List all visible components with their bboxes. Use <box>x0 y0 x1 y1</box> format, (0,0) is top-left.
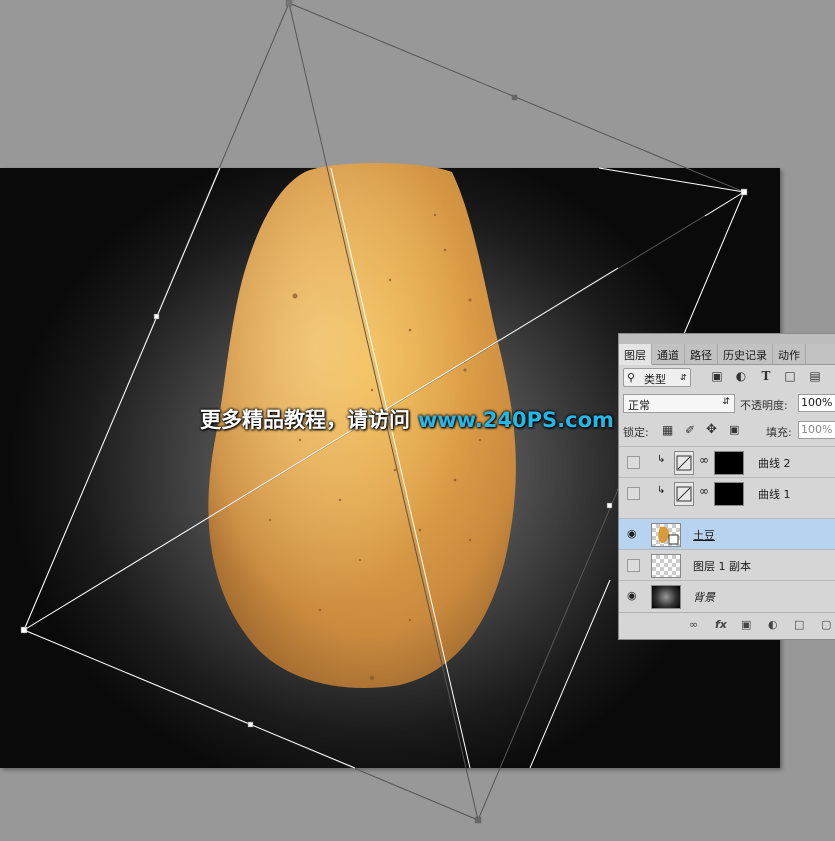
smart-object-filter-icon[interactable]: ▤ <box>809 370 821 382</box>
blend-row: 正常 ⇵ 不透明度: 100% <box>619 392 835 414</box>
fill-input[interactable]: 100% <box>798 421 835 439</box>
transform-handle <box>474 816 482 824</box>
clip-arrow-icon: ↳ <box>657 454 666 465</box>
visibility-toggle[interactable] <box>627 456 640 469</box>
fx-icon[interactable]: fx <box>715 618 727 631</box>
lock-label: 锁定: <box>623 426 649 439</box>
lock-row: 锁定: ▦ ✐ ✥ ▣ 填充: 100% <box>619 419 835 441</box>
eye-icon[interactable]: ◉ <box>627 590 639 602</box>
transform-handle <box>606 502 613 509</box>
transform-handle <box>20 626 28 634</box>
layer-row-curves-2[interactable]: ↳ ∞ 曲线 2 <box>619 446 835 477</box>
tab-layers[interactable]: 图层 <box>619 344 652 365</box>
type-filter-icon[interactable]: T <box>760 370 772 382</box>
opacity-input[interactable]: 100% <box>798 394 835 412</box>
watermark-text: 更多精品教程，请访问 <box>200 408 410 432</box>
visibility-toggle[interactable] <box>627 487 640 500</box>
transform-handle <box>153 313 160 320</box>
clip-arrow-icon: ↳ <box>657 485 666 496</box>
lock-position-icon[interactable]: ✥ <box>706 422 717 437</box>
transform-handle <box>740 188 748 196</box>
panel-bottom-bar: ∞ fx ▣ ◐ □ ▢ <box>619 612 835 639</box>
transform-handle <box>247 721 254 728</box>
image-filter-icon[interactable]: ▣ <box>711 370 723 382</box>
shape-filter-icon[interactable]: □ <box>784 370 796 382</box>
smart-object-thumbnail[interactable] <box>651 523 681 547</box>
opacity-label: 不透明度: <box>740 399 788 412</box>
layer-name: 曲线 2 <box>758 457 791 470</box>
panel-tabs: 图层 通道 路径 历史记录 动作 <box>619 344 835 365</box>
tab-history[interactable]: 历史记录 <box>718 344 773 364</box>
chevron-updown-icon: ⇵ <box>722 397 730 407</box>
link-chain-icon[interactable]: ∞ <box>699 484 709 498</box>
chevron-updown-icon: ⇵ <box>680 373 687 382</box>
tab-paths[interactable]: 路径 <box>685 344 718 364</box>
watermark: 更多精品教程，请访问 www.240PS.com <box>200 404 614 434</box>
watermark-url: www.240PS.com <box>418 408 614 432</box>
layers-panel: 图层 通道 路径 历史记录 动作 ⚲ 类型 ⇵ ▣ ◐ T □ ▤ 正常 ⇵ 不… <box>618 333 835 640</box>
eye-icon[interactable]: ◉ <box>627 528 639 540</box>
tab-actions[interactable]: 动作 <box>773 344 806 364</box>
add-mask-icon[interactable]: ▣ <box>741 618 751 631</box>
fill-label: 填充: <box>766 426 792 439</box>
transform-handle <box>285 0 293 7</box>
layer-row-potato[interactable]: ◉ 土豆 <box>619 518 835 549</box>
transform-handle <box>511 94 518 101</box>
search-icon: ⚲ <box>627 371 636 384</box>
curves-icon <box>674 482 694 506</box>
lock-all-icon[interactable]: ▣ <box>729 423 739 436</box>
layer-row-layer1-copy[interactable]: 图层 1 副本 <box>619 549 835 580</box>
blend-mode-value: 正常 <box>628 399 650 412</box>
lock-pixels-icon[interactable]: ✐ <box>685 423 695 437</box>
adjustment-filter-icon[interactable]: ◐ <box>735 370 747 382</box>
layer-thumbnail[interactable] <box>651 554 681 578</box>
layer-name: 图层 1 副本 <box>693 560 751 573</box>
link-layers-icon[interactable]: ∞ <box>689 618 698 631</box>
visibility-toggle[interactable] <box>627 559 640 572</box>
adjustment-layer-icon[interactable]: ◐ <box>768 618 778 631</box>
link-chain-icon[interactable]: ∞ <box>699 453 709 467</box>
tab-channels[interactable]: 通道 <box>652 344 685 364</box>
lock-transparent-icon[interactable]: ▦ <box>662 423 673 437</box>
blend-mode-select[interactable]: 正常 ⇵ <box>623 394 735 413</box>
layer-mask-thumbnail[interactable] <box>714 482 744 506</box>
layer-filter-select[interactable]: ⚲ 类型 ⇵ <box>623 368 691 387</box>
new-layer-icon[interactable]: ▢ <box>821 618 831 631</box>
filter-row: ⚲ 类型 ⇵ ▣ ◐ T □ ▤ <box>619 365 835 390</box>
layer-thumbnail[interactable] <box>651 585 681 609</box>
panel-header-bar[interactable] <box>619 334 835 344</box>
layer-row-background[interactable]: ◉ 背景 <box>619 580 835 611</box>
filter-type-label: 类型 <box>644 373 666 386</box>
layer-name: 土豆 <box>693 529 715 542</box>
curves-icon <box>674 451 694 475</box>
layer-mask-thumbnail[interactable] <box>714 451 744 475</box>
layer-row-curves-1[interactable]: ↳ ∞ 曲线 1 <box>619 477 835 508</box>
folder-icon[interactable]: □ <box>794 618 804 631</box>
layer-name: 曲线 1 <box>758 488 791 501</box>
layer-name: 背景 <box>693 591 715 604</box>
